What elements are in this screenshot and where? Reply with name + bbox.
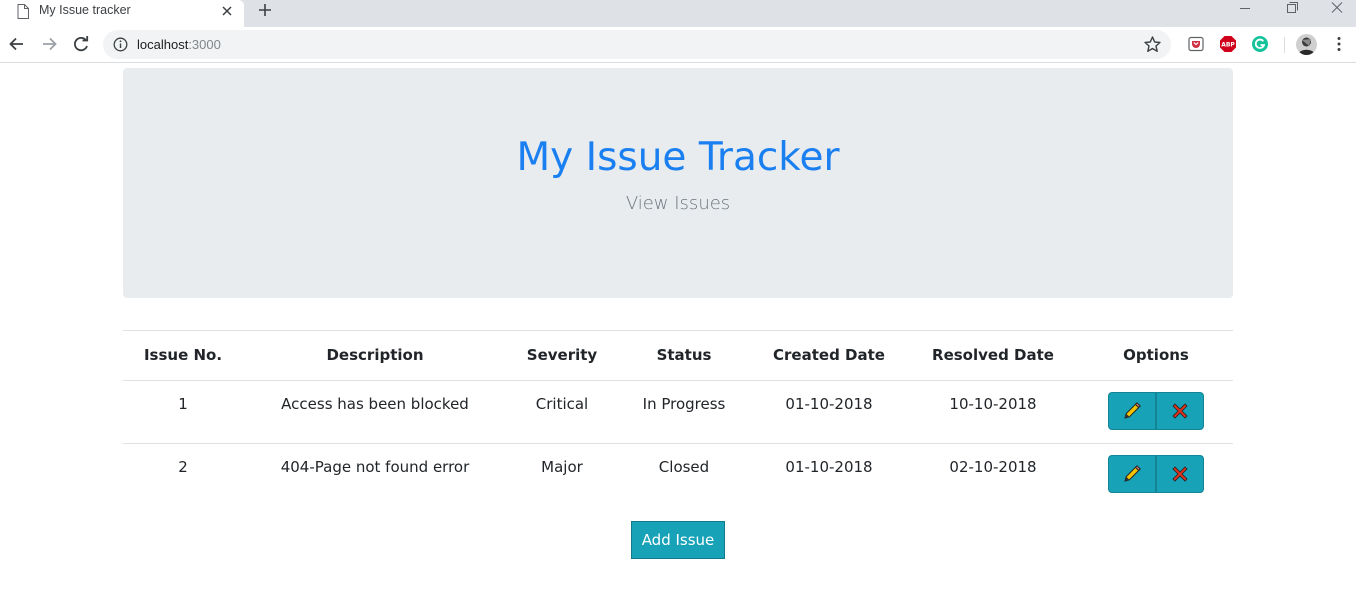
new-tab-icon[interactable] [256,1,274,19]
grammarly-icon[interactable] [1251,35,1269,53]
header-jumbotron: My Issue Tracker View Issues [123,68,1233,298]
back-arrow-icon[interactable] [6,33,28,55]
delete-issue-button[interactable] [1156,392,1204,430]
edit-issue-button[interactable] [1108,455,1156,493]
header-created-date: Created Date [751,330,907,381]
minimize-icon[interactable] [1222,0,1268,20]
browser-toolbar: localhost:3000 ABP [0,27,1356,63]
reload-icon[interactable] [70,33,92,55]
cell-options [1079,444,1233,507]
cell-resolved-date: 02-10-2018 [949,458,1037,476]
header-resolved-date: Resolved Date [907,330,1079,381]
cell-severity: Major [541,458,583,476]
add-issue-button[interactable]: Add Issue [631,521,725,559]
cell-issue-no: 1 [123,380,243,444]
info-icon[interactable] [113,37,128,52]
address-bar[interactable]: localhost:3000 [103,30,1171,59]
cell-issue-no: 2 [178,458,188,476]
close-tab-icon[interactable] [218,2,236,20]
cell-description: Access has been blocked [243,380,507,444]
cell-created-date: 01-10-2018 [785,458,873,476]
cell-options [1079,380,1233,444]
header-options: Options [1079,330,1233,381]
forward-arrow-icon[interactable] [38,33,60,55]
window-close-icon[interactable] [1314,0,1356,20]
row-actions [1108,392,1204,430]
profile-avatar[interactable] [1296,34,1317,55]
browser-tab[interactable]: My Issue tracker [0,0,244,27]
restore-icon[interactable] [1268,0,1314,20]
cell-severity: Critical [507,380,617,444]
table-row: 2 404-Page not found error Major Closed … [123,444,1233,507]
page-icon [17,4,29,19]
cell-status: Closed [658,458,710,476]
pencil-icon [1124,465,1141,482]
page-subtitle: View Issues [625,193,731,214]
tab-title: My Issue tracker [39,3,131,17]
cell-resolved-date: 10-10-2018 [907,380,1079,444]
delete-issue-button[interactable] [1156,455,1204,493]
adblock-plus-icon[interactable]: ABP [1219,35,1237,53]
browser-titlebar: My Issue tracker [0,0,1356,27]
cell-status: In Progress [617,380,751,444]
toolbar-separator [1284,37,1285,53]
table-header-row: Issue No. Description Severity Status Cr… [123,330,1233,381]
bookmark-star-icon[interactable] [1143,35,1162,54]
url-port: :3000 [188,37,221,52]
more-vertical-icon[interactable] [1330,35,1348,53]
svg-text:ABP: ABP [1221,42,1235,49]
header-status: Status [617,330,751,381]
url-text[interactable]: localhost:3000 [137,37,221,52]
table-row: 1 Access has been blocked Critical In Pr… [123,380,1233,444]
cell-description: 404-Page not found error [280,458,470,476]
issues-table: Issue No. Description Severity Status Cr… [123,330,1233,507]
edit-issue-button[interactable] [1108,392,1156,430]
cross-icon [1172,466,1188,482]
cell-created-date: 01-10-2018 [751,380,907,444]
pencil-icon [1124,402,1141,419]
header-description: Description [243,330,507,381]
pocket-extension-icon[interactable] [1187,35,1205,53]
row-actions [1108,455,1204,493]
page-title: My Issue Tracker [516,135,840,180]
header-issue-no: Issue No. [123,330,243,381]
header-severity: Severity [507,330,617,381]
url-host: localhost [137,37,189,52]
cross-icon [1172,403,1188,419]
